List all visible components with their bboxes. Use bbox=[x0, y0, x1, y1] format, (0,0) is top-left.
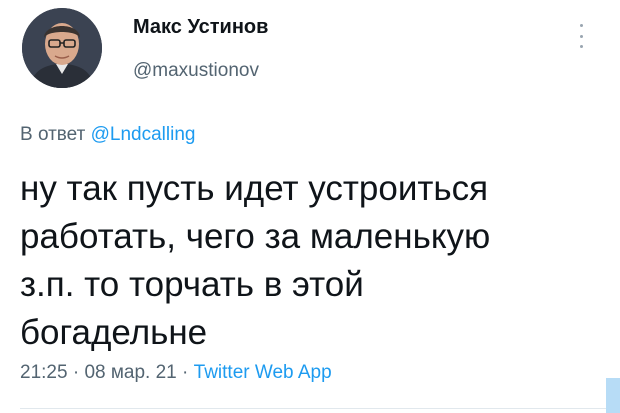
tweet-text-line: ну так пусть идет устроиться bbox=[20, 169, 489, 208]
author-handle[interactable]: @maxustionov bbox=[133, 60, 259, 82]
meta-separator: · bbox=[72, 362, 80, 383]
tweet-text-line: богадельне bbox=[20, 313, 208, 352]
tweet-meta: 21:25 · 08 мар. 21 · Twitter Web App bbox=[20, 362, 332, 384]
more-vertical-icon[interactable] bbox=[577, 24, 585, 48]
more-dot bbox=[579, 24, 583, 27]
tweet-date[interactable]: 08 мар. 21 bbox=[84, 362, 176, 383]
reply-context: В ответ @Lndcalling bbox=[20, 124, 195, 146]
tweet-time[interactable]: 21:25 bbox=[20, 362, 68, 383]
tweet-text-line: з.п. то торчать в этой bbox=[20, 265, 364, 304]
avatar[interactable] bbox=[22, 8, 102, 88]
reply-prefix: В ответ bbox=[20, 124, 86, 145]
tweet-source-link[interactable]: Twitter Web App bbox=[194, 362, 332, 383]
more-dot bbox=[579, 34, 583, 38]
author-display-name[interactable]: Макс Устинов bbox=[133, 16, 268, 39]
tweet-text-line: работать, чего за маленькую bbox=[20, 217, 491, 256]
tweet-text: ну так пусть идет устроиться работать, ч… bbox=[20, 165, 600, 357]
reply-mention-link[interactable]: @Lndcalling bbox=[91, 124, 196, 145]
scroll-indicator bbox=[606, 378, 620, 413]
divider bbox=[20, 408, 620, 409]
meta-separator: · bbox=[182, 362, 189, 383]
user-avatar-image bbox=[22, 8, 102, 88]
more-dot bbox=[579, 45, 583, 48]
